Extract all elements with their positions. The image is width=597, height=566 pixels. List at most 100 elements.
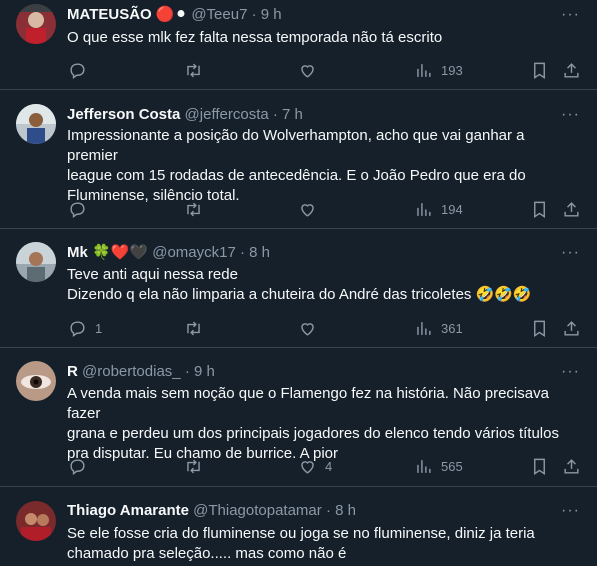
- heart-icon: [301, 203, 314, 217]
- tweet-text: Impressionante a posição do Wolverhampto…: [67, 126, 577, 206]
- views-icon: [417, 459, 431, 473]
- more-icon[interactable]: ···: [561, 243, 579, 263]
- heart-icon: [301, 460, 314, 474]
- tweet[interactable]: Thiago Amarante @Thiagotopatamar · 8 h ·…: [0, 487, 597, 566]
- reply-button[interactable]: [68, 197, 95, 221]
- username[interactable]: @robertodias_: [82, 363, 181, 380]
- reply-button[interactable]: 1: [68, 316, 102, 340]
- timestamp[interactable]: 8 h: [335, 502, 356, 519]
- views-count: 361: [441, 320, 463, 336]
- like-count: 4: [325, 458, 333, 474]
- retweet-button[interactable]: [184, 454, 211, 478]
- tweet-text: Se ele fosse cria do fluminense ou joga …: [67, 524, 577, 564]
- tweet-line: O que esse mlk fez falta nessa temporada…: [67, 29, 443, 46]
- heart-icon: [301, 64, 314, 78]
- tweet-text: O que esse mlk fez falta nessa temporada…: [67, 28, 577, 48]
- display-name[interactable]: R: [67, 363, 78, 380]
- tweet[interactable]: MATEUSÃO 🔴⚫ @Teeu7 · 9 h ··· O que esse …: [0, 0, 597, 90]
- views-button[interactable]: 565: [414, 454, 463, 478]
- views-count: 194: [441, 201, 463, 217]
- share-button[interactable]: [562, 316, 581, 340]
- display-name[interactable]: Jefferson Costa: [67, 106, 180, 123]
- tweet-text: A venda mais sem noção que o Flamengo fe…: [67, 384, 577, 464]
- avatar[interactable]: [16, 361, 56, 401]
- timestamp[interactable]: 7 h: [282, 106, 303, 123]
- avatar[interactable]: [16, 501, 56, 541]
- reply-icon: [70, 320, 85, 337]
- like-button[interactable]: 4: [298, 454, 332, 478]
- retweet-icon: [187, 202, 200, 216]
- timestamp[interactable]: 9 h: [194, 363, 215, 380]
- separator: ·: [272, 106, 278, 123]
- reply-icon: [70, 458, 85, 475]
- tweet-header: Thiago Amarante @Thiagotopatamar · 8 h: [67, 501, 356, 521]
- bookmark-icon: [534, 458, 545, 475]
- tweet-actions: 193: [60, 58, 590, 82]
- bookmark-button[interactable]: [530, 454, 549, 478]
- tweet-line: Teve anti aqui nessa rede: [67, 266, 238, 283]
- display-name[interactable]: Mk: [67, 244, 88, 261]
- views-count: 565: [441, 458, 463, 474]
- username[interactable]: @Teeu7: [191, 6, 247, 23]
- reply-count: 1: [95, 320, 103, 336]
- share-button[interactable]: [562, 454, 581, 478]
- timestamp[interactable]: 9 h: [261, 6, 282, 23]
- retweet-button[interactable]: [184, 58, 211, 82]
- more-icon[interactable]: ···: [561, 105, 579, 125]
- share-button[interactable]: [562, 58, 581, 82]
- avatar[interactable]: [16, 4, 56, 44]
- bookmark-icon: [534, 320, 545, 337]
- tweet-line: grana e perdeu um dos principais jogador…: [67, 425, 559, 442]
- separator: ·: [325, 502, 331, 519]
- tweet[interactable]: Jefferson Costa @jeffercosta · 7 h ··· I…: [0, 90, 597, 229]
- views-icon: [417, 202, 431, 216]
- views-button[interactable]: 194: [414, 197, 463, 221]
- heart-icon: [301, 322, 314, 336]
- display-name[interactable]: Thiago Amarante: [67, 502, 189, 519]
- separator: ·: [251, 6, 257, 23]
- more-icon[interactable]: ···: [561, 362, 579, 382]
- share-icon: [564, 458, 579, 474]
- like-button[interactable]: [298, 197, 325, 221]
- username[interactable]: @jeffercosta: [185, 106, 269, 123]
- retweet-button[interactable]: [184, 197, 211, 221]
- tweet-actions: 4 565: [60, 454, 590, 478]
- username[interactable]: @omayck17: [152, 244, 236, 261]
- tweet-header: MATEUSÃO 🔴⚫ @Teeu7 · 9 h: [67, 5, 282, 25]
- bookmark-button[interactable]: [530, 58, 549, 82]
- username[interactable]: @Thiagotopatamar: [193, 502, 322, 519]
- views-button[interactable]: 361: [414, 316, 463, 340]
- avatar[interactable]: [16, 242, 56, 282]
- name-emoji: 🍀❤️🖤: [92, 244, 149, 261]
- reply-button[interactable]: [68, 58, 95, 82]
- tweet-line: Se ele fosse cria do fluminense ou joga …: [67, 525, 535, 542]
- tweet-header: Mk 🍀❤️🖤 @omayck17 · 8 h: [67, 243, 270, 263]
- share-icon: [564, 201, 579, 217]
- views-button[interactable]: 193: [414, 58, 463, 82]
- name-emoji: 🔴⚫: [155, 6, 188, 23]
- timestamp[interactable]: 8 h: [249, 244, 270, 261]
- views-count: 193: [441, 62, 463, 78]
- tweet-actions: 194: [60, 197, 590, 221]
- like-button[interactable]: [298, 316, 325, 340]
- retweet-icon: [187, 321, 200, 335]
- tweet[interactable]: Mk 🍀❤️🖤 @omayck17 · 8 h ··· Teve anti aq…: [0, 229, 597, 348]
- share-button[interactable]: [562, 197, 581, 221]
- retweet-button[interactable]: [184, 316, 211, 340]
- retweet-icon: [187, 459, 200, 473]
- bookmark-button[interactable]: [530, 316, 549, 340]
- tweet-line: Dizendo q ela não limparia a chuteira do…: [67, 286, 532, 303]
- tweet[interactable]: R @robertodias_ · 9 h ··· A venda mais s…: [0, 348, 597, 487]
- reply-button[interactable]: [68, 454, 95, 478]
- separator: ·: [239, 244, 245, 261]
- tweet-actions: 1 361: [60, 316, 590, 340]
- bookmark-button[interactable]: [530, 197, 549, 221]
- tweet-header: R @robertodias_ · 9 h: [67, 362, 215, 382]
- retweet-icon: [187, 63, 200, 77]
- display-name[interactable]: MATEUSÃO: [67, 6, 152, 23]
- avatar[interactable]: [16, 104, 56, 144]
- like-button[interactable]: [298, 58, 325, 82]
- tweet-line: A venda mais sem noção que o Flamengo fe…: [67, 385, 549, 422]
- more-icon[interactable]: ···: [561, 5, 579, 25]
- more-icon[interactable]: ···: [561, 501, 579, 521]
